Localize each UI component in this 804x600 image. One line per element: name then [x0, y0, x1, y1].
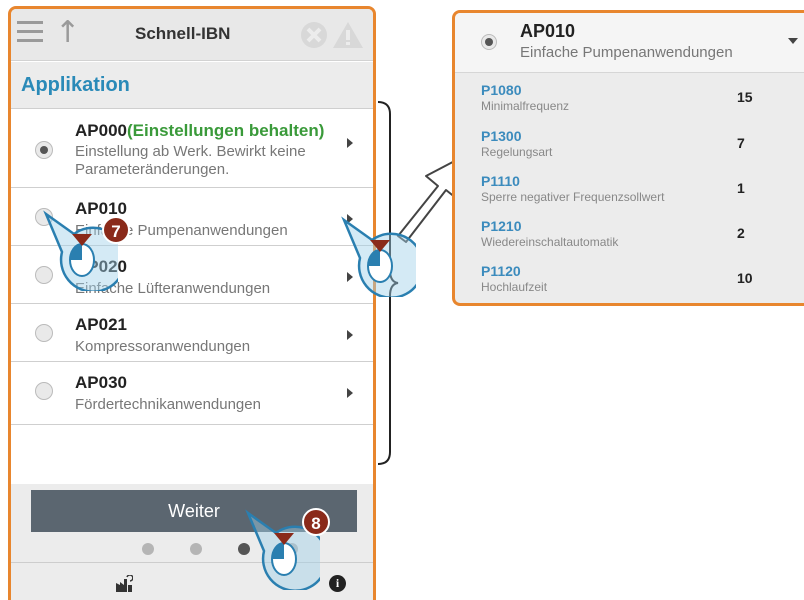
close-icon [301, 22, 327, 48]
step-badge: 8 [302, 508, 330, 536]
list-item-ap000[interactable]: AP000(Einstellungen behalten) Einstellun… [11, 108, 373, 187]
item-keep-label: (Einstellungen behalten) [126, 121, 325, 140]
param-value: 1 [737, 180, 745, 196]
param-value: 10 [737, 270, 753, 286]
menu-icon[interactable] [17, 21, 43, 45]
param-code: P1300 [481, 128, 522, 144]
param-row: P1210 Wiedereinschaltautomatik 2 [455, 213, 804, 259]
item-description: Einstellung ab Werk. Bewirkt keine Param… [75, 143, 306, 178]
chevron-right-icon[interactable] [347, 388, 353, 398]
param-code: P1120 [481, 263, 521, 279]
item-description: Fördertechnikanwendungen [75, 396, 261, 413]
chevron-right-icon[interactable] [347, 330, 353, 340]
detail-code: AP010 [520, 21, 576, 41]
param-value: 15 [737, 89, 753, 105]
item-description: Kompressoranwendungen [75, 338, 251, 355]
chevron-down-icon[interactable] [788, 38, 798, 44]
param-name: Minimalfrequenz [481, 99, 570, 113]
param-code: P1210 [481, 218, 522, 234]
info-icon[interactable]: i [329, 575, 346, 592]
up-arrow-icon[interactable]: ↑ [55, 15, 80, 51]
param-name: Hochlaufzeit [481, 280, 548, 294]
pager-dot[interactable] [190, 543, 202, 555]
pager-dot[interactable] [142, 543, 154, 555]
param-code: P1080 [481, 82, 522, 98]
item-code: AP021 [75, 315, 127, 334]
list-item-ap021[interactable]: AP021 Kompressoranwendungen [11, 303, 373, 361]
param-name: Regelungsart [481, 145, 553, 159]
item-code: AP030 [75, 373, 127, 392]
top-bar: ↑ Schnell-IBN [11, 9, 373, 61]
step-badge: 7 [102, 216, 130, 244]
chevron-right-icon[interactable] [347, 138, 353, 148]
detail-description: Einfache Pumpenanwendungen [520, 44, 733, 61]
mouse-cursor-icon [341, 216, 416, 297]
param-code: P1110 [481, 173, 520, 189]
param-name: Wiedereinschaltautomatik [481, 235, 619, 249]
radio-button[interactable] [481, 34, 497, 50]
param-value: 2 [737, 225, 745, 241]
param-row: P1080 Minimalfrequenz 15 [455, 77, 804, 123]
parameter-detail-panel: AP010 Einfache Pumpenanwendungen P1080 M… [452, 10, 804, 306]
section-title: Applikation [11, 62, 373, 108]
param-row: P1300 Regelungsart 7 [455, 123, 804, 169]
app-title: Schnell-IBN [135, 24, 231, 43]
radio-button[interactable] [35, 324, 53, 342]
item-code: AP000 [75, 121, 127, 140]
list-item-ap030[interactable]: AP030 Fördertechnikanwendungen [11, 361, 373, 419]
param-name: Sperre negativer Frequenzsollwert [481, 190, 665, 204]
param-row: P1110 Sperre negativer Frequenzsollwert … [455, 168, 804, 214]
detail-header[interactable]: AP010 Einfache Pumpenanwendungen [455, 13, 804, 73]
warning-icon [333, 22, 363, 48]
list-filler [11, 424, 373, 484]
radio-button[interactable] [35, 141, 53, 159]
param-value: 7 [737, 135, 745, 151]
factory-reset-icon[interactable] [115, 575, 133, 593]
radio-button[interactable] [35, 382, 53, 400]
param-row: P1120 Hochlaufzeit 10 [455, 258, 804, 303]
